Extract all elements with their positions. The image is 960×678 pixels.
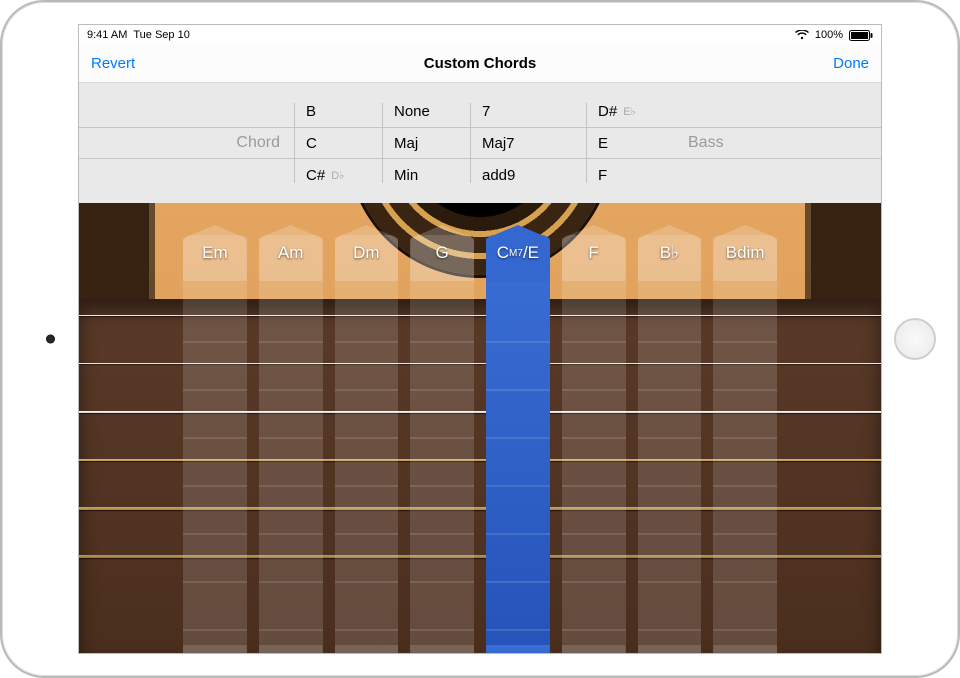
picker-row[interactable]: F [586,159,674,191]
chord-strip-body[interactable] [486,235,550,653]
picker-row[interactable]: add9 [470,159,558,191]
picker-row[interactable]: Maj [382,127,470,159]
chord-strip-head[interactable]: F [562,225,626,281]
chord-strip-0[interactable]: Em [179,203,251,653]
chord-strips: EmAmDmGCM7/EFB♭Bdim [179,203,781,653]
picker-row[interactable]: C [294,127,382,159]
picker-row[interactable]: E [586,127,674,159]
chord-strip-tail[interactable] [486,645,550,653]
chord-strip-2[interactable]: Dm [331,203,403,653]
chord-strip-body[interactable] [638,235,702,653]
chord-strip-tail[interactable] [335,645,399,653]
picker-row[interactable]: D#E♭ [586,95,674,127]
picker-row[interactable]: Min [382,159,470,191]
screen: 9:41 AM Tue Sep 10 100% Revert Custom Ch… [78,24,882,654]
nav-bar: Revert Custom Chords Done [79,45,881,83]
picker-row[interactable]: Maj7 [470,127,558,159]
picker-label-bass: Bass [674,134,738,152]
chord-strip-tail[interactable] [562,645,626,653]
page-title: Custom Chords [424,55,537,72]
chord-strip-tail[interactable] [183,645,247,653]
chord-strip-tail[interactable] [259,645,323,653]
chord-strip-tail[interactable] [713,645,777,653]
chord-strip-body[interactable] [410,235,474,653]
chord-strip-body[interactable] [562,235,626,653]
picker-col-quality[interactable]: NoneMajMin [382,83,470,203]
picker-col-root[interactable]: BCC#D♭ [294,83,382,203]
chord-strip-5[interactable]: F [558,203,630,653]
chord-strip-head[interactable]: Am [259,225,323,281]
chord-strip-1[interactable]: Am [255,203,327,653]
picker-row[interactable]: C#D♭ [294,159,382,191]
chord-strip-head[interactable]: CM7/E [486,225,550,281]
battery-icon [849,30,873,41]
revert-button[interactable]: Revert [91,55,135,72]
chord-strip-head[interactable]: B♭ [638,225,702,281]
statusbar-time: 9:41 AM [87,29,127,41]
statusbar-battery-pct: 100% [815,29,843,41]
picker-row[interactable]: None [382,95,470,127]
chord-strip-head[interactable]: Em [183,225,247,281]
chord-strip-6[interactable]: B♭ [634,203,706,653]
chord-strip-3[interactable]: G [406,203,478,653]
chord-strip-head[interactable]: Dm [335,225,399,281]
chord-strip-head[interactable]: G [410,225,474,281]
chord-strip-tail[interactable] [410,645,474,653]
chord-strip-7[interactable]: Bdim [709,203,781,653]
picker-row[interactable]: 7 [470,95,558,127]
ipad-frame: 9:41 AM Tue Sep 10 100% Revert Custom Ch… [0,0,960,678]
statusbar-date: Tue Sep 10 [133,29,189,41]
picker-col-ext[interactable]: 7Maj7add9 [470,83,558,203]
camera-dot [46,335,55,344]
chord-strip-body[interactable] [713,235,777,653]
chord-strip-body[interactable] [335,235,399,653]
status-bar: 9:41 AM Tue Sep 10 100% [79,25,881,45]
done-button[interactable]: Done [833,55,869,72]
chord-strip-head[interactable]: Bdim [713,225,777,281]
wifi-icon [795,30,809,40]
home-button[interactable] [894,318,936,360]
guitar-area: EmAmDmGCM7/EFB♭Bdim [79,203,881,653]
chord-strip-body[interactable] [259,235,323,653]
chord-strip-tail[interactable] [638,645,702,653]
chord-strip-body[interactable] [183,235,247,653]
picker-col-bass[interactable]: D#E♭EF [586,83,674,203]
chord-picker: Chord BCC#D♭NoneMajMin7Maj7add9 D#E♭EF Ba… [79,83,881,203]
picker-row[interactable]: B [294,95,382,127]
chord-strip-4[interactable]: CM7/E [482,203,554,653]
picker-label-chord: Chord [222,134,294,152]
